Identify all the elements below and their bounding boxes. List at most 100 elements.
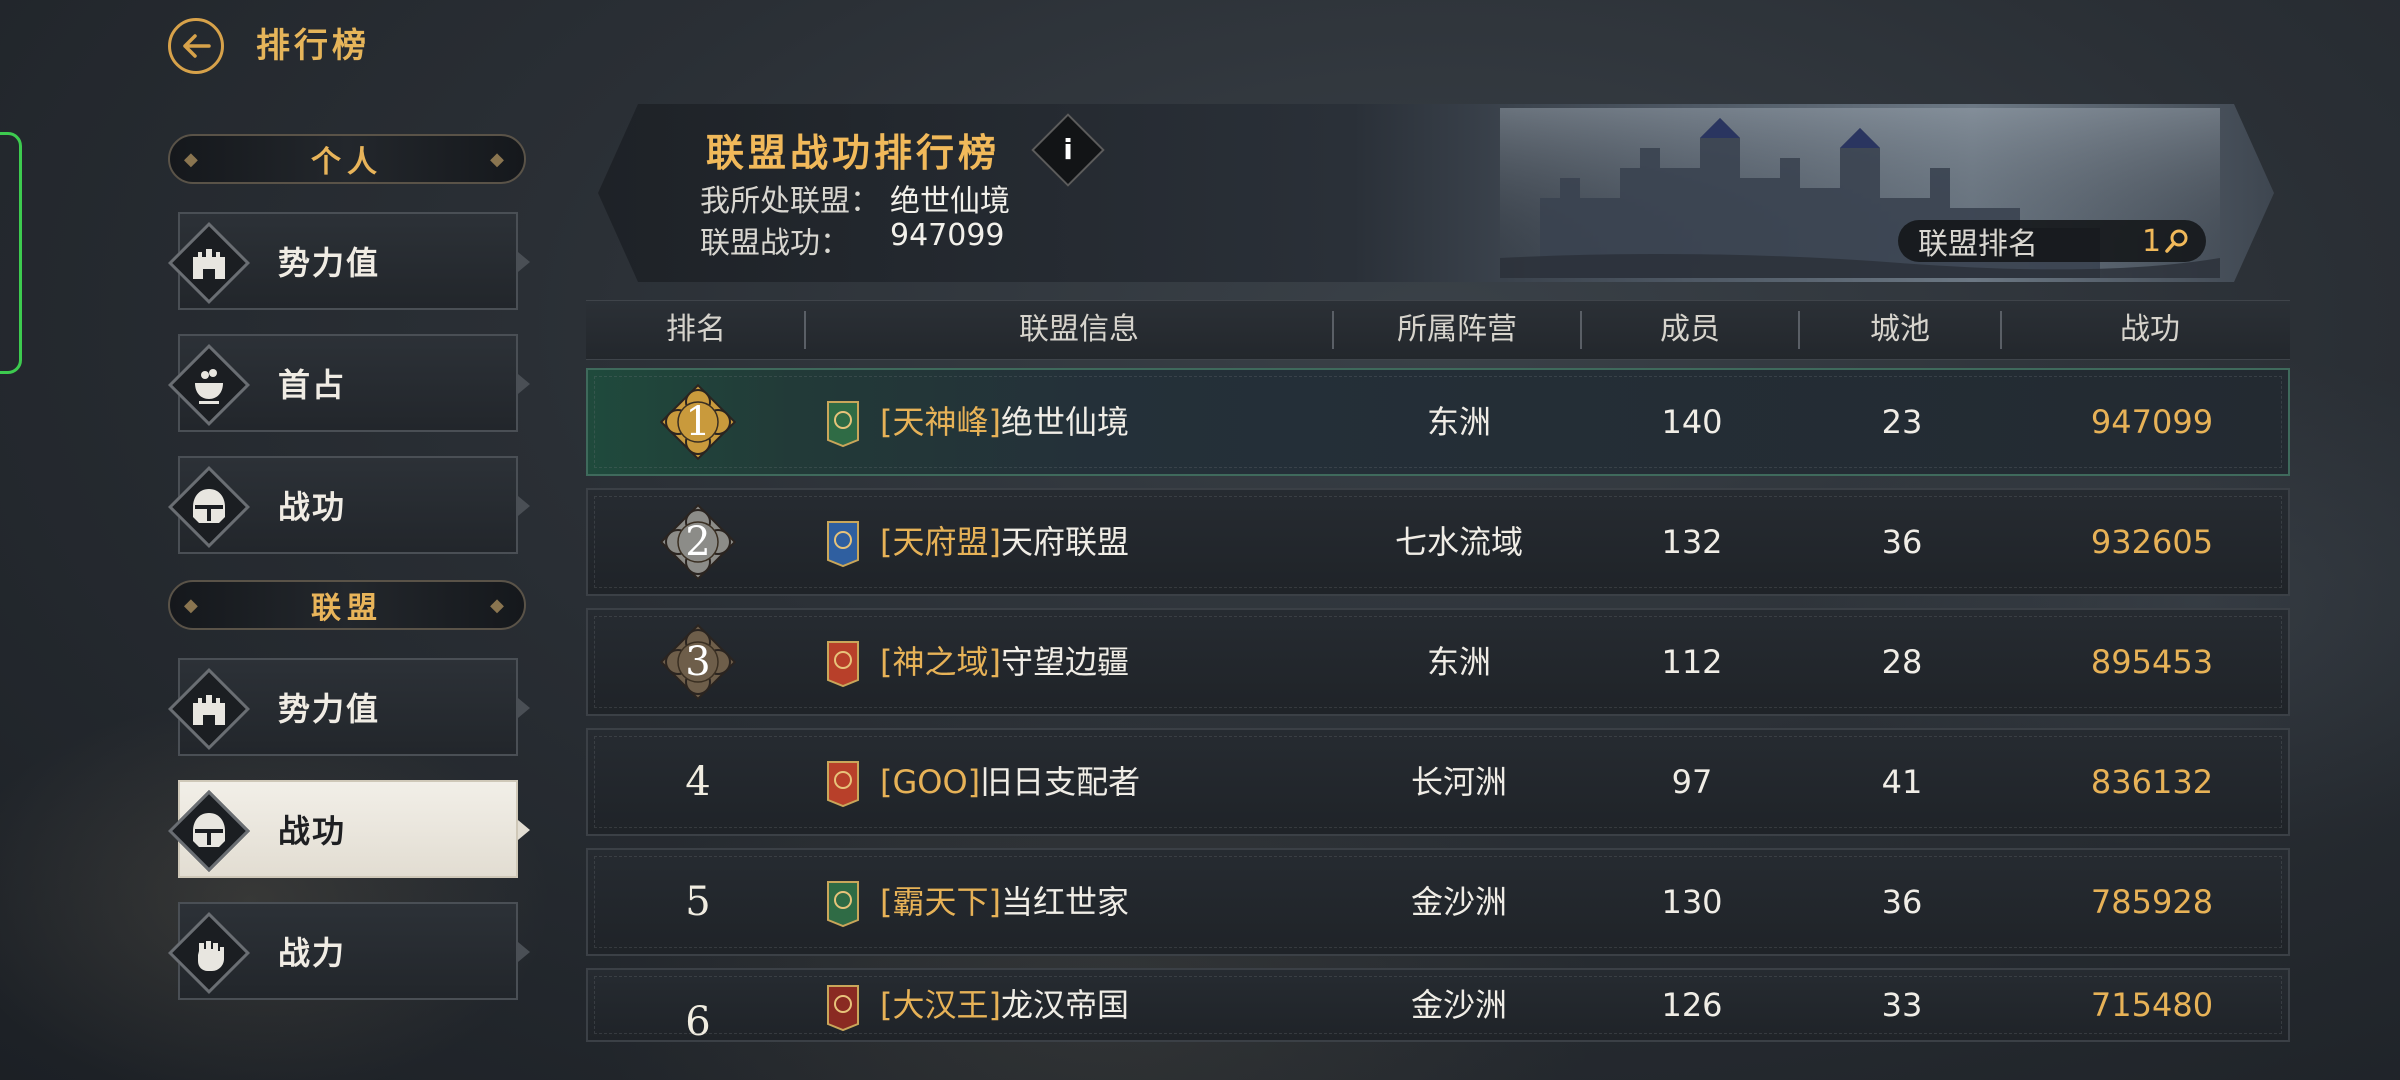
alliance-tag: [霸天下] (880, 883, 1001, 921)
my-alliance-label: 我所处联盟： (700, 184, 880, 219)
sidebar-item-label: 战功 (278, 812, 347, 850)
table-row[interactable]: 4 [GOO]旧日支配者 长河洲 97 41 836132 (586, 728, 2290, 836)
alliance-flag-icon (827, 761, 859, 808)
alliance-name: 守望边疆 (1000, 643, 1129, 681)
column-header-rank: 排名 (666, 312, 726, 347)
banner-title: 联盟战功排行榜 (706, 131, 1001, 175)
ornament-icon: ◆ (490, 148, 510, 170)
cauldron-icon (167, 343, 251, 427)
members-cell: 126 (1661, 986, 1723, 1024)
alliance-merit-label: 联盟战功： (700, 226, 850, 261)
alliance-name: 天府联盟 (1000, 523, 1129, 561)
helmet-icon (167, 465, 251, 549)
alliance-info: [神之域]守望边疆 (880, 610, 1129, 714)
table-row[interactable]: 1 [天神峰]绝世仙境 东洲 140 23 947099 (586, 368, 2290, 476)
camp-cell: 东洲 (1426, 643, 1491, 681)
alliance-tag: [大汉王] (880, 986, 1001, 1024)
table-header: 排名 联盟信息 所属阵营 成员 城池 战功 (586, 300, 2290, 360)
column-header-cities: 城池 (1870, 312, 1930, 347)
ornament-icon: ◆ (184, 594, 204, 616)
alliance-info: [大汉王]龙汉帝国 (880, 970, 1129, 1040)
search-icon (2165, 229, 2188, 253)
my-alliance-value: 绝世仙境 (890, 184, 1010, 219)
table-row[interactable]: 5 [霸天下]当红世家 金沙洲 130 36 785928 (586, 848, 2290, 956)
alliance-rank-search[interactable]: 联盟排名 1 (1898, 220, 2206, 262)
alliance-info: [GOO]旧日支配者 (880, 730, 1140, 834)
rank-medal-icon: 2 (658, 502, 738, 582)
back-arrow-icon (183, 34, 211, 58)
ornament-icon: ◆ (490, 594, 510, 616)
merit-cell: 785928 (2090, 883, 2214, 921)
column-header-alliance: 联盟信息 (1019, 312, 1139, 347)
column-header-members: 成员 (1660, 312, 1720, 347)
sidebar-item-label: 势力值 (278, 690, 381, 728)
members-cell: 132 (1661, 523, 1723, 561)
alliance-flag-icon (827, 881, 859, 928)
sidebar-item-personal-first-capture[interactable]: 首占 (167, 334, 530, 432)
info-icon: i (1063, 133, 1073, 166)
camp-cell: 七水流域 (1394, 523, 1523, 561)
alliance-name: 旧日支配者 (980, 763, 1141, 801)
section-header-personal: ◆ 个人 ◆ (168, 134, 526, 184)
table-row[interactable]: 2 [天府盟]天府联盟 七水流域 132 36 932605 (586, 488, 2290, 596)
alliance-name: 当红世家 (1000, 883, 1129, 921)
side-frame (0, 132, 22, 374)
sidebar-item-alliance-strength[interactable]: 战力 (167, 902, 530, 1000)
rank-number: 4 (685, 759, 711, 805)
castle-icon (167, 667, 251, 751)
rank-medal-icon: 1 (658, 382, 738, 462)
column-header-camp: 所属阵营 (1397, 312, 1517, 347)
sidebar-item-label: 战力 (278, 934, 347, 972)
section-title: 联盟 (311, 591, 383, 626)
camp-cell: 东洲 (1426, 403, 1491, 441)
table-row[interactable]: 6 [大汉王]龙汉帝国 金沙洲 126 33 715480 (586, 968, 2290, 1045)
merit-cell: 895453 (2090, 643, 2214, 681)
alliance-tag: [天府盟] (880, 523, 1001, 561)
castle-icon (167, 221, 251, 305)
alliance-info: [天府盟]天府联盟 (880, 490, 1129, 594)
sidebar-item-personal-merit[interactable]: 战功 (167, 456, 530, 554)
sidebar-item-label: 势力值 (278, 244, 381, 282)
sidebar-item-alliance-merit[interactable]: 战功 (167, 780, 530, 878)
my-alliance-row: 我所处联盟： 绝世仙境 (700, 176, 1010, 220)
alliance-name: 龙汉帝国 (1000, 986, 1129, 1024)
section-header-alliance: ◆ 联盟 ◆ (168, 580, 526, 630)
rank-number: 3 (685, 639, 711, 685)
alliance-merit-row: 联盟战功： 947099 (700, 218, 1005, 262)
fist-icon (167, 911, 251, 995)
sidebar-item-label: 战功 (278, 488, 347, 526)
cities-cell: 28 (1881, 643, 1923, 681)
merit-cell: 947099 (2090, 403, 2214, 441)
alliance-name: 绝世仙境 (1000, 403, 1129, 441)
members-cell: 140 (1661, 403, 1723, 441)
section-title: 个人 (311, 145, 383, 180)
cities-cell: 33 (1881, 986, 1923, 1024)
members-cell: 112 (1661, 643, 1723, 681)
page-title: 排行榜 (256, 26, 370, 66)
alliance-tag: [GOO] (880, 763, 981, 801)
alliance-rank-label: 联盟排名 (1918, 227, 2038, 262)
camp-cell: 长河洲 (1410, 763, 1507, 801)
helmet-icon (167, 789, 251, 873)
cities-cell: 23 (1881, 403, 1923, 441)
alliance-tag: [神之域] (880, 643, 1001, 681)
rank-number: 6 (685, 999, 711, 1045)
members-cell: 130 (1661, 883, 1723, 921)
alliance-flag-icon (827, 521, 859, 568)
alliance-tag: [天神峰] (880, 403, 1001, 441)
cities-cell: 41 (1881, 763, 1923, 801)
sidebar-item-alliance-power[interactable]: 势力值 (167, 658, 530, 756)
back-button[interactable] (168, 18, 224, 74)
table-row[interactable]: 3 [神之域]守望边疆 东洲 112 28 895453 (586, 608, 2290, 716)
members-cell: 97 (1671, 763, 1713, 801)
merit-cell: 715480 (2090, 986, 2214, 1024)
alliance-flag-icon (827, 641, 859, 688)
sidebar-item-personal-power[interactable]: 势力值 (167, 212, 530, 310)
alliance-info: [霸天下]当红世家 (880, 850, 1129, 954)
rank-number: 2 (685, 519, 711, 565)
column-header-merit: 战功 (2120, 312, 2180, 347)
alliance-flag-icon (827, 985, 859, 1032)
cities-cell: 36 (1881, 883, 1923, 921)
rank-number: 5 (685, 879, 711, 925)
alliance-merit-value: 947099 (890, 218, 1005, 253)
